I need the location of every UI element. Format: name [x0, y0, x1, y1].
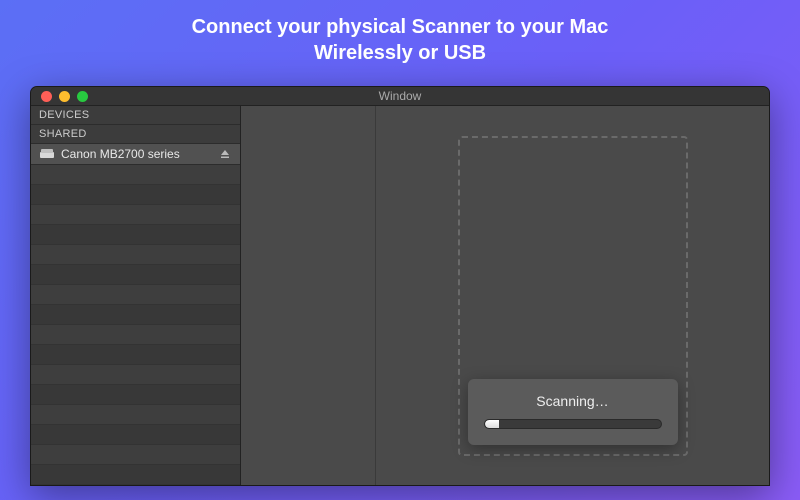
hero-text: Connect your physical Scanner to your Ma…: [0, 0, 800, 66]
sidebar-section-shared: SHARED: [31, 125, 240, 144]
list-item: [31, 425, 240, 445]
sidebar-section-devices: DEVICES: [31, 106, 240, 125]
list-item: [31, 165, 240, 185]
list-item: [31, 445, 240, 465]
window-body: DEVICES SHARED Canon MB2700 series: [31, 106, 769, 485]
list-item: [31, 185, 240, 205]
eject-icon[interactable]: [218, 147, 232, 161]
close-icon[interactable]: [41, 91, 52, 102]
preview-panel: Scanning…: [376, 106, 769, 485]
list-item: [31, 305, 240, 325]
window-controls: [31, 91, 88, 102]
sidebar-device-item[interactable]: Canon MB2700 series: [31, 144, 240, 165]
hero-line-1: Connect your physical Scanner to your Ma…: [0, 14, 800, 40]
scan-status-label: Scanning…: [484, 393, 662, 409]
list-item: [31, 405, 240, 425]
titlebar[interactable]: Window: [31, 87, 769, 106]
list-item: [31, 365, 240, 385]
list-item: [31, 265, 240, 285]
main-area: Scanning…: [241, 106, 769, 485]
list-item: [31, 385, 240, 405]
thumbnail-panel: [241, 106, 376, 485]
scan-progress-dialog: Scanning…: [468, 379, 678, 445]
device-name: Canon MB2700 series: [61, 147, 218, 161]
progress-fill: [485, 420, 499, 428]
list-item: [31, 245, 240, 265]
list-item: [31, 225, 240, 245]
zoom-icon[interactable]: [77, 91, 88, 102]
hero-line-2: Wirelessly or USB: [0, 40, 800, 66]
list-item: [31, 325, 240, 345]
minimize-icon[interactable]: [59, 91, 70, 102]
list-item: [31, 465, 240, 485]
scanner-icon: [39, 148, 55, 160]
list-item: [31, 285, 240, 305]
sidebar-empty-rows: [31, 165, 240, 485]
sidebar: DEVICES SHARED Canon MB2700 series: [31, 106, 241, 485]
list-item: [31, 345, 240, 365]
progress-bar: [484, 419, 662, 429]
list-item: [31, 205, 240, 225]
app-window: Window DEVICES SHARED Canon MB2700 serie…: [30, 86, 770, 486]
window-title: Window: [31, 89, 769, 103]
